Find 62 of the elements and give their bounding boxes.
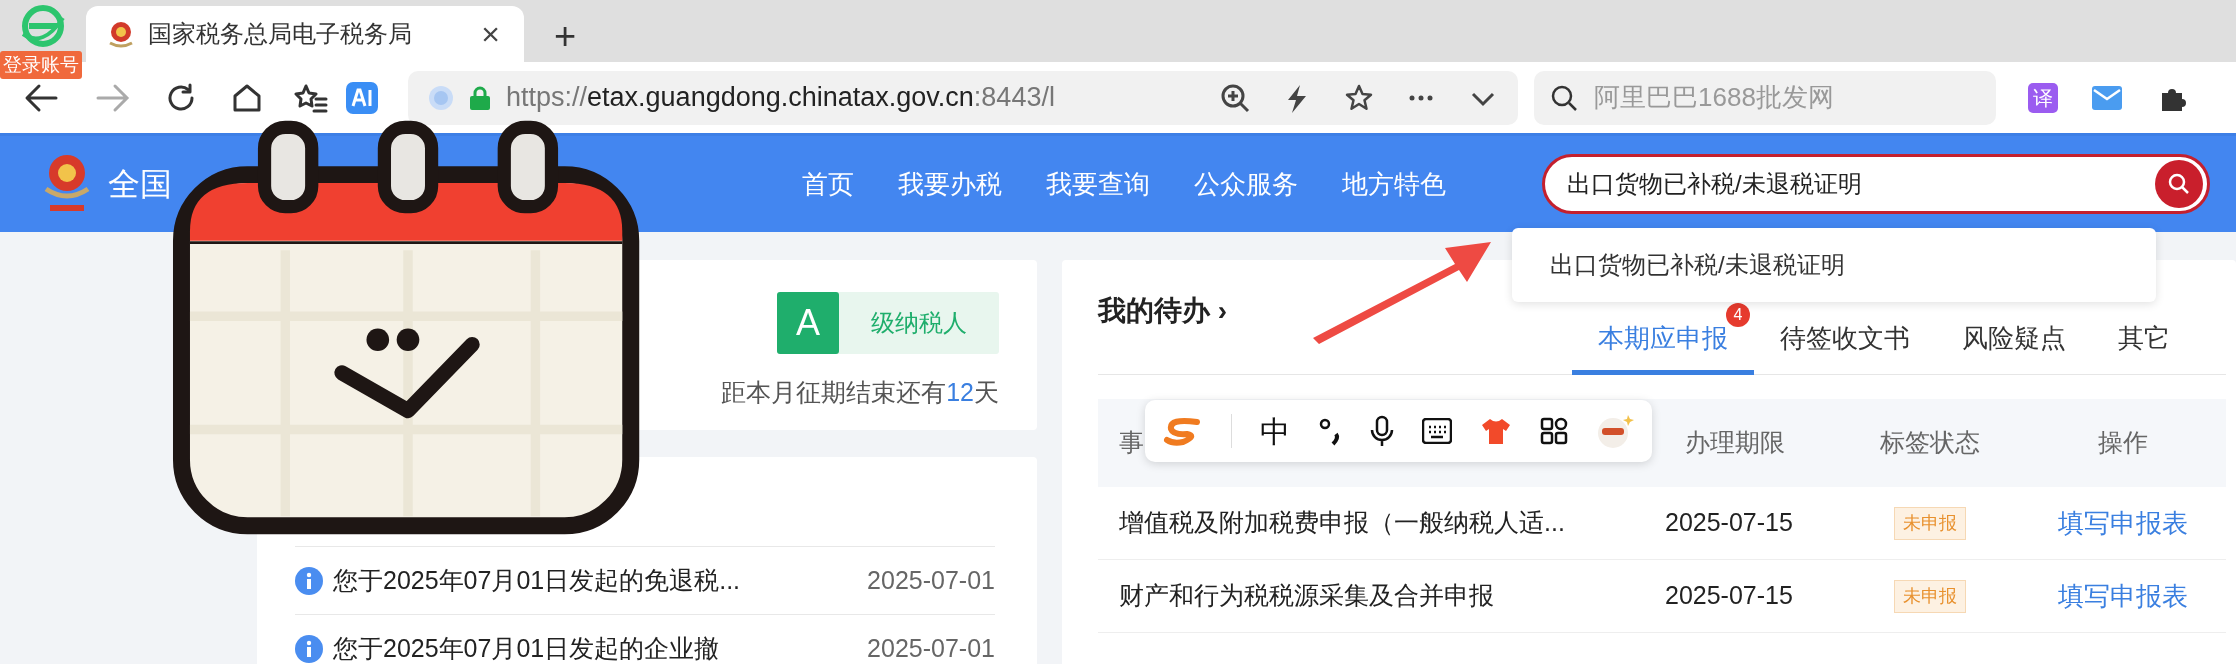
nav-link[interactable]: 地方特色 [1342, 164, 1446, 204]
status-tag: 未申报 [1894, 506, 1966, 540]
shirt-icon[interactable] [1480, 417, 1512, 445]
search-button[interactable] [2155, 160, 2203, 208]
column-header: 操作 [2020, 399, 2226, 487]
deadline-text: 距本月征期结束还有12天 [721, 377, 999, 408]
keyboard-icon[interactable] [1422, 418, 1452, 444]
todo-tab[interactable]: 待签收文书 [1754, 303, 1936, 375]
nav-link[interactable]: 公众服务 [1194, 164, 1298, 204]
new-tab-button[interactable]: + [548, 16, 583, 56]
zoom-icon[interactable] [1220, 82, 1250, 113]
count-badge: 4 [1726, 303, 1750, 327]
todo-tab[interactable]: 本期应申报 4 [1572, 303, 1754, 375]
todo-tab[interactable]: 风险疑点 [1936, 303, 2092, 375]
table-cell: 增值税及附加税费申报（一般纳税人适... [1098, 487, 1620, 560]
mascot-icon[interactable] [1596, 413, 1634, 449]
grade-letter: A [777, 292, 839, 354]
reload-icon[interactable] [166, 82, 196, 113]
grade-label: 级纳税人 [870, 308, 968, 338]
grid-icon[interactable] [1540, 417, 1568, 445]
action-link[interactable]: 填写申报表 [2058, 576, 2188, 616]
notice-date: 2025-07-01 [867, 632, 995, 664]
search-icon [2167, 172, 2191, 196]
search-field[interactable]: 阿里巴巴1688批发网 [1534, 70, 1996, 125]
ime-logo-icon[interactable] [1163, 416, 1203, 446]
site-info-icon [428, 84, 454, 111]
url-text: https://etax.guangdong.chinatax.gov.cn:8443/l [506, 81, 1056, 115]
table-cell: 财产和行为税税源采集及合并申报 [1098, 560, 1620, 633]
notice-link[interactable]: 您于2025年07月01日发起的免退税... [333, 561, 858, 600]
column-header: 标签状态 [1840, 399, 2020, 487]
microphone-icon[interactable] [1370, 415, 1394, 447]
todo-title[interactable]: 我的待办 › [1098, 290, 1228, 374]
ai-icon[interactable] [346, 81, 378, 114]
star-icon[interactable] [1344, 82, 1374, 113]
todo-tab[interactable]: 其它 [2092, 303, 2196, 375]
punctuation-icon[interactable] [1318, 416, 1342, 446]
action-link[interactable]: 填写申报表 [2058, 503, 2188, 543]
back-icon[interactable] [24, 82, 58, 113]
site-title: 全国 [108, 165, 173, 204]
mail-icon[interactable] [2092, 85, 2122, 110]
site-search-field[interactable]: 出口货物已补税/未退税证明 [1542, 154, 2210, 214]
search-input[interactable]: 阿里巴巴1688批发网 [1592, 77, 1980, 118]
notice-link[interactable]: 您于2025年07月01日发起的企业撤 [333, 629, 858, 664]
table-cell: 2025-07-15 [1620, 487, 1840, 560]
nav-link[interactable]: 我要办税 [898, 164, 1002, 204]
info-icon [295, 566, 323, 595]
translate-button[interactable]: 译 [2028, 82, 2058, 113]
search-icon [1550, 83, 1578, 112]
tab-title: 国家税务总局电子税务局 [148, 19, 413, 49]
nav-link[interactable]: 首页 [802, 164, 854, 204]
suggestion-item[interactable]: 出口货物已补税/未退税证明 [1550, 247, 1845, 283]
address-bar[interactable]: https://etax.guangdong.chinatax.gov.cn:8443/l [408, 70, 1518, 125]
nav-link[interactable]: 我要查询 [1046, 164, 1150, 204]
close-button[interactable]: × [477, 18, 504, 50]
notice-date: 2025-07-01 [867, 564, 995, 596]
table-cell: 2025-07-15 [1620, 560, 1840, 633]
lock-icon [470, 85, 490, 110]
browser-tab[interactable]: 国家税务总局电子税务局 × [86, 6, 524, 62]
ime-mode-button[interactable]: 中 [1260, 408, 1290, 454]
favorites-icon[interactable] [294, 82, 328, 113]
status-tag: 未申报 [1894, 579, 1966, 613]
home-icon[interactable] [232, 82, 262, 113]
